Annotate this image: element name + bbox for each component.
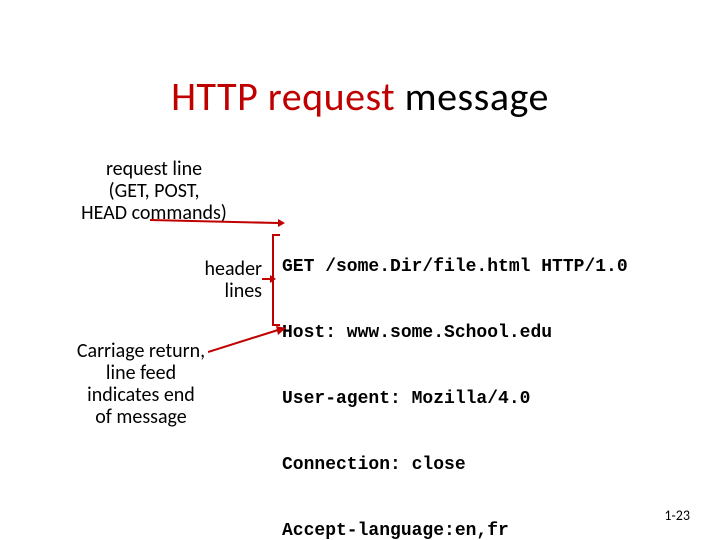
slide-title: HTTP request message (0, 72, 720, 121)
title-accent: HTTP request (171, 72, 405, 121)
bracket-header-lines (272, 234, 280, 326)
label-header-lines: headerlines (184, 258, 262, 302)
code-line-3: User-agent: Mozilla/4.0 (282, 388, 628, 410)
title-plain: message (405, 72, 549, 121)
code-line-5: Accept-language:en,fr (282, 520, 628, 540)
label-request-line: request line(GET, POST,HEAD commands) (74, 158, 234, 224)
code-line-4: Connection: close (282, 454, 628, 476)
code-line-1: GET /some.Dir/file.html HTTP/1.0 (282, 256, 628, 278)
http-request-code: GET /some.Dir/file.html HTTP/1.0 Host: w… (282, 212, 628, 540)
code-line-2: Host: www.some.School.edu (282, 322, 628, 344)
arrow-crlf (208, 326, 288, 356)
label-crlf: Carriage return,line feedindicates endof… (66, 340, 216, 428)
slide-number: 1-23 (664, 507, 690, 524)
